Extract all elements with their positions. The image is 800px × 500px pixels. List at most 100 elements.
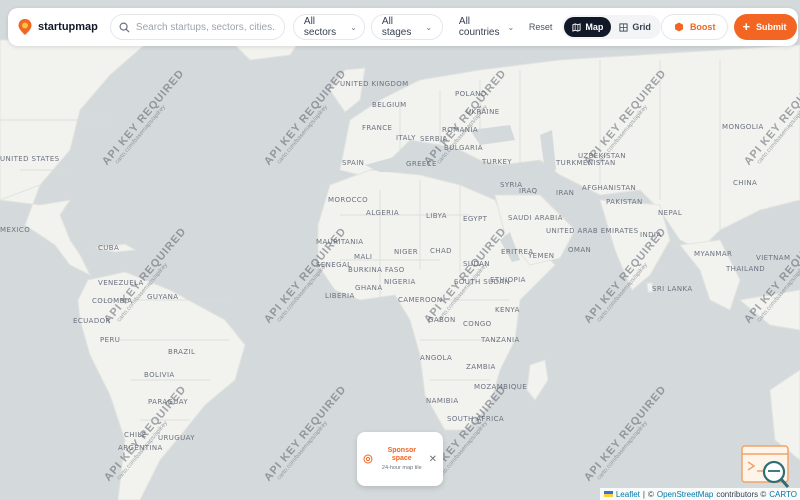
country-label: IRAQ [519, 187, 538, 195]
country-label: ANGOLA [420, 354, 453, 362]
ukraine-flag-icon [603, 491, 613, 497]
close-icon[interactable]: ✕ [429, 454, 437, 465]
country-label: MYANMAR [694, 250, 733, 258]
country-label: MOROCCO [328, 196, 369, 204]
country-label: VENEZUELA [98, 279, 144, 287]
search-icon [119, 22, 130, 33]
country-label: NEPAL [658, 209, 683, 217]
country-label: CONGO [463, 320, 492, 328]
world-map[interactable]: UNITED KINGDOM BELGIUM POLAND UKRAINE FR… [0, 0, 800, 500]
submit-label: Submit [756, 22, 787, 32]
country-label: SENEGAL [316, 261, 352, 269]
country-label: ARGENTINA [118, 444, 163, 452]
country-label: GHANA [355, 284, 383, 292]
map-icon [572, 22, 581, 32]
country-label: UNITED ARAB EMIRATES [546, 227, 639, 235]
country-label: MEXICO [0, 226, 31, 234]
openstreetmap-link[interactable]: OpenStreetMap [657, 490, 713, 499]
country-label: BURKINA FASO [348, 266, 405, 274]
country-label: TURKEY [482, 158, 512, 166]
country-label: PAKISTAN [606, 198, 643, 206]
country-label: LIBERIA [325, 292, 355, 300]
country-label: BOLIVIA [144, 371, 175, 379]
app-name: startupmap [38, 21, 98, 33]
country-label: FRANCE [362, 124, 393, 132]
country-label: TURKMENISTAN [556, 159, 616, 167]
country-label: POLAND [455, 90, 487, 98]
carto-link[interactable]: CARTO [769, 490, 797, 499]
country-label: URUGUAY [158, 434, 195, 442]
stage-filter-value: All stages [381, 16, 412, 38]
chevron-down-icon: ⌄ [507, 22, 515, 32]
country-label: PARAGUAY [148, 398, 189, 406]
country-label: CHINA [733, 179, 758, 187]
country-label: SPAIN [342, 159, 365, 167]
country-label: ITALY [396, 134, 416, 142]
map-view-label: Map [585, 22, 604, 32]
country-label: PERU [100, 336, 121, 344]
country-label: NIGER [394, 248, 419, 256]
country-label: INDIA [640, 231, 662, 239]
app-logo[interactable]: startupmap [18, 19, 98, 35]
chevron-down-icon: ⌄ [425, 22, 433, 32]
country-label: TANZANIA [481, 336, 520, 344]
sector-filter-select[interactable]: All sectors ⌄ [292, 14, 365, 40]
country-label: CHILE [124, 431, 147, 439]
top-toolbar: startupmap All sectors ⌄ All stages ⌄ Al… [8, 8, 798, 46]
country-label: EGYPT [463, 215, 488, 223]
country-label: GREECE [406, 160, 437, 168]
leaflet-link[interactable]: Leaflet [616, 490, 640, 499]
country-label: ROMANIA [442, 126, 479, 134]
country-label: COLOMBIA [92, 297, 133, 305]
country-label: CUBA [98, 244, 120, 252]
country-label: GUYANA [147, 293, 179, 301]
sponsor-subtitle: 24-hour map tile [381, 464, 422, 471]
sponsor-title: Sponsor space [387, 446, 416, 462]
sponsor-card[interactable]: Sponsor space 24-hour map tile ✕ [357, 432, 443, 486]
country-label: BRAZIL [168, 348, 196, 356]
country-label: MALI [354, 253, 373, 261]
country-label: MONGOLIA [722, 123, 764, 131]
boost-label: Boost [689, 22, 716, 32]
country-label: ETHIOPIA [490, 276, 526, 284]
stage-filter-select[interactable]: All stages ⌄ [370, 14, 443, 40]
country-label: VIETNAM [756, 254, 791, 262]
country-label: SERBIA [420, 135, 448, 143]
attribution-contributors: contributors © [716, 489, 767, 499]
country-label: NIGERIA [384, 278, 416, 286]
search-box[interactable] [109, 14, 285, 40]
country-label: IRAN [556, 189, 575, 197]
country-label: BULGARIA [444, 144, 483, 152]
country-label: KENYA [495, 306, 520, 314]
country-label: UNITED KINGDOM [340, 80, 409, 88]
submit-button[interactable]: + Submit [734, 14, 797, 40]
country-label: ZAMBIA [466, 363, 496, 371]
map-pin-icon [18, 19, 32, 35]
map-attribution: Leaflet | © OpenStreetMap contributors ©… [599, 488, 800, 500]
country-filter-select[interactable]: All countries ⌄ [449, 14, 519, 40]
country-label: OMAN [568, 246, 592, 254]
grid-view-button[interactable]: Grid [611, 17, 659, 37]
chevron-down-icon: ⌄ [350, 22, 357, 32]
map-view-button[interactable]: Map [564, 17, 612, 37]
country-label: ALGERIA [366, 209, 400, 217]
country-label: CHAD [430, 247, 452, 255]
country-label: LIBYA [426, 212, 447, 220]
country-label: ERITREA [501, 248, 534, 256]
country-label: SOUTH AFRICA [447, 415, 505, 423]
boost-button[interactable]: Boost [660, 14, 729, 40]
country-label: MAURITANIA [316, 238, 364, 246]
country-label: UNITED STATES [0, 155, 60, 163]
country-filter-value: All countries [458, 16, 500, 38]
country-label: SUDAN [463, 260, 490, 268]
country-label: AFGHANISTAN [582, 184, 637, 192]
scan-widget-icon[interactable] [740, 444, 792, 490]
country-label: BELGIUM [372, 101, 407, 109]
country-label: SRI LANKA [652, 285, 693, 293]
country-label: ECUADOR [73, 317, 111, 325]
view-toggle: Map Grid [562, 15, 661, 39]
country-label: UKRAINE [466, 108, 500, 116]
search-input[interactable] [135, 21, 276, 33]
reset-filters-button[interactable]: Reset [529, 22, 553, 32]
grid-view-label: Grid [632, 22, 651, 32]
